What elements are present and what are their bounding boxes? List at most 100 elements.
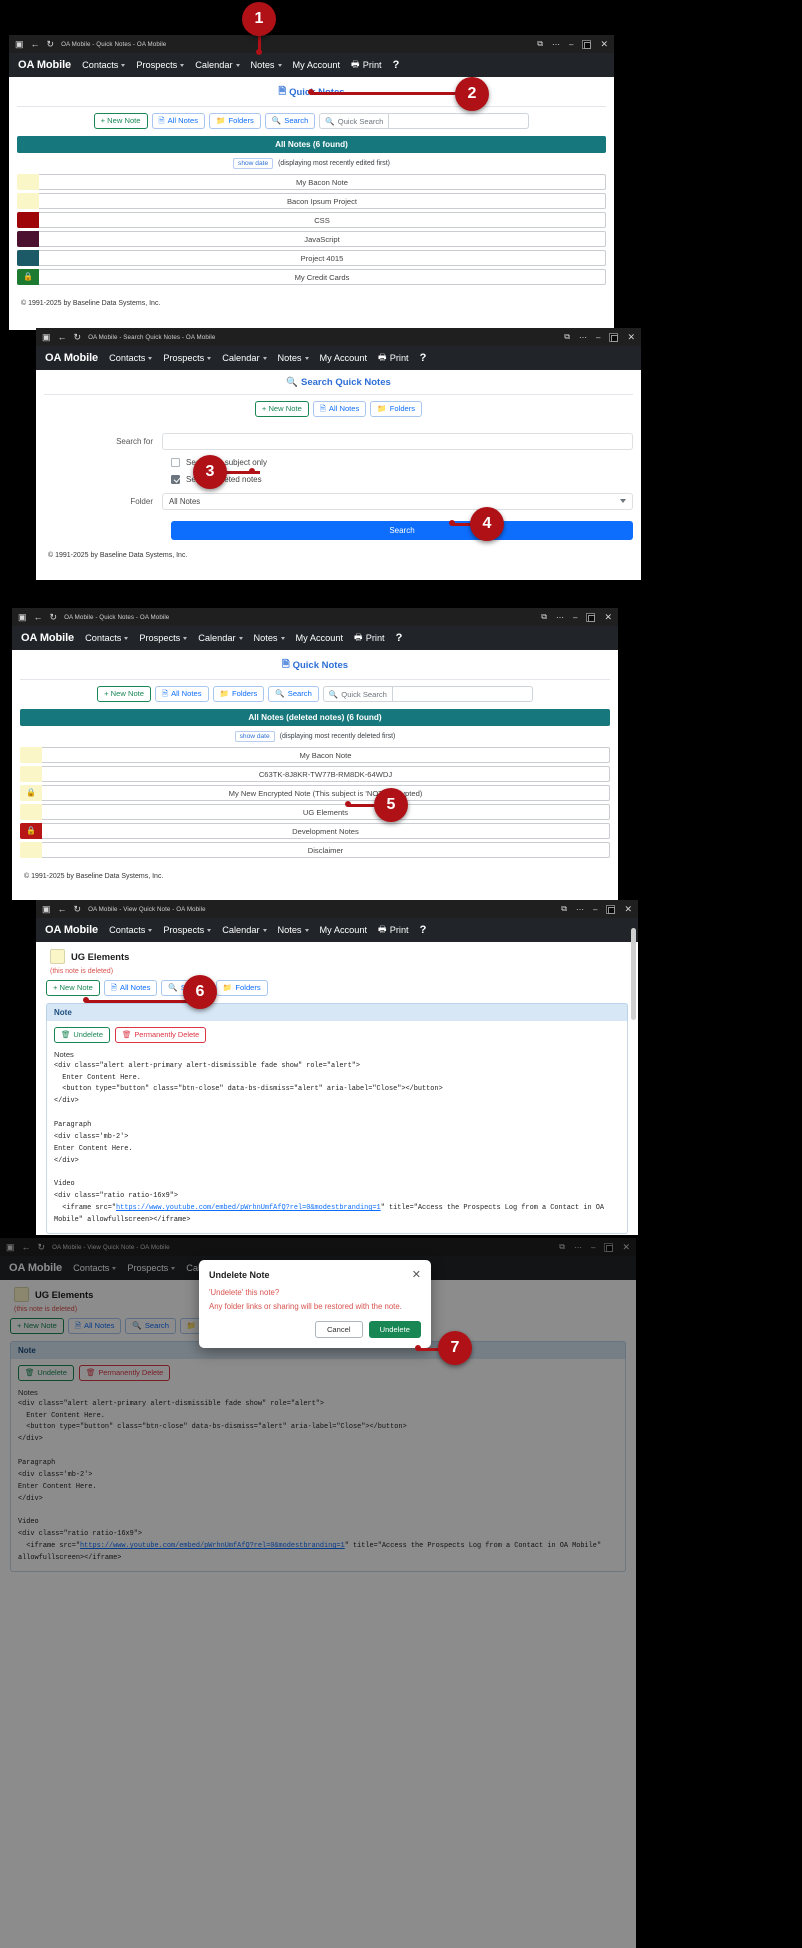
list-item[interactable]: Bacon Ipsum Project [17, 193, 606, 209]
maximize-icon[interactable] [609, 332, 619, 342]
screenshot-icon[interactable]: ⧉ [561, 904, 567, 914]
nav-my-account[interactable]: My Account [293, 60, 341, 70]
list-item[interactable]: UG Elements [20, 804, 610, 820]
nav-contacts[interactable]: Contacts [109, 353, 153, 363]
reload-icon[interactable]: ↻ [50, 612, 58, 622]
nav-calendar[interactable]: Calendar [222, 925, 267, 935]
confirm-undelete-button[interactable]: Undelete [368, 1321, 421, 1338]
nav-calendar[interactable]: Calendar [198, 633, 243, 643]
nav-notes[interactable]: Notes [251, 60, 282, 70]
maximize-icon[interactable] [582, 39, 592, 49]
nav-calendar[interactable]: Calendar [222, 353, 267, 363]
search-button[interactable]: 🔍Search [268, 686, 319, 702]
quick-search-input[interactable] [392, 686, 533, 702]
quick-search-label[interactable]: 🔍 Quick Search [322, 686, 393, 702]
back-arrow-icon[interactable]: ← [58, 904, 67, 914]
more-icon[interactable]: ⋯ [576, 905, 584, 914]
list-item[interactable]: Project 4015 [17, 250, 606, 266]
nav-help[interactable]: ? [396, 632, 403, 644]
more-icon[interactable]: ⋯ [579, 333, 587, 342]
search-for-input[interactable] [162, 432, 633, 450]
close-icon[interactable]: ✕ [624, 904, 632, 915]
reload-icon[interactable]: ↻ [47, 39, 55, 49]
youtube-embed-link[interactable]: https://www.youtube.com/embed/pWrhnUmfAf… [116, 1204, 381, 1212]
maximize-icon[interactable] [586, 612, 596, 622]
new-note-button[interactable]: + New Note [254, 401, 309, 417]
all-notes-button[interactable]: 🗎 All Notes [155, 686, 209, 702]
minimize-icon[interactable]: – [596, 333, 600, 342]
close-icon[interactable]: ✕ [600, 39, 608, 50]
nav-my-account[interactable]: My Account [320, 353, 368, 363]
all-notes-button[interactable]: 🗎 All Notes [103, 980, 158, 996]
nav-help[interactable]: ? [420, 352, 427, 364]
nav-help[interactable]: ? [393, 59, 400, 71]
nav-print[interactable]: 🖶Print [378, 350, 409, 366]
minimize-icon[interactable]: – [573, 613, 577, 622]
back-arrow-icon[interactable]: ← [31, 39, 40, 49]
scrollbar-thumb[interactable] [631, 928, 636, 1020]
nav-print[interactable]: 🖶Print [378, 922, 409, 938]
screenshot-icon[interactable]: ⧉ [541, 612, 547, 622]
nav-contacts[interactable]: Contacts [82, 60, 126, 70]
list-item[interactable]: 🔒 My Credit Cards [17, 269, 606, 285]
list-item[interactable]: C63TK-8J8KR-TW77B-RM8DK-64WDJ [20, 766, 610, 782]
quick-search-label[interactable]: 🔍 Quick Search [319, 113, 390, 129]
folder-select[interactable]: All Notes [162, 492, 633, 510]
nav-prospects[interactable]: Prospects [163, 925, 212, 935]
folders-button[interactable]: 📁Folders [215, 980, 268, 996]
list-item[interactable]: JavaScript [17, 231, 606, 247]
close-icon[interactable]: ✕ [604, 612, 612, 623]
new-note-button[interactable]: + New Note [46, 980, 100, 996]
search-button[interactable]: 🔍Search [264, 113, 316, 129]
close-icon[interactable]: ✕ [412, 1268, 421, 1281]
maximize-icon[interactable] [606, 904, 616, 914]
nav-prospects[interactable]: Prospects [139, 633, 188, 643]
list-item[interactable]: My Bacon Note [17, 174, 606, 190]
nav-help[interactable]: ? [420, 924, 427, 936]
screenshot-icon[interactable]: ⧉ [537, 39, 543, 49]
minimize-icon[interactable]: – [593, 905, 597, 914]
folders-button[interactable]: 📁Folders [212, 686, 265, 702]
nav-notes[interactable]: Notes [278, 353, 309, 363]
nav-contacts[interactable]: Contacts [85, 633, 129, 643]
nav-my-account[interactable]: My Account [320, 925, 368, 935]
folders-button[interactable]: 📁Folders [370, 401, 423, 417]
show-date-button[interactable]: show date [234, 731, 275, 742]
nav-contacts[interactable]: Contacts [109, 925, 153, 935]
more-icon[interactable]: ⋯ [552, 40, 560, 49]
new-note-button[interactable]: + New Note [97, 686, 151, 702]
nav-notes[interactable]: Notes [278, 925, 309, 935]
back-arrow-icon[interactable]: ← [34, 612, 43, 622]
reload-icon[interactable]: ↻ [74, 904, 82, 914]
quick-search-input[interactable] [389, 113, 530, 129]
nav-prospects[interactable]: Prospects [163, 353, 212, 363]
back-arrow-icon[interactable]: ← [58, 332, 67, 342]
list-item[interactable]: 🔒 My New Encrypted Note (This subject is … [20, 785, 610, 801]
screenshot-icon[interactable]: ⧉ [564, 332, 570, 342]
list-item[interactable]: My Bacon Note [20, 747, 610, 763]
undelete-button[interactable]: 🗑 Undelete [54, 1026, 110, 1043]
nav-print[interactable]: 🖶Print [354, 630, 385, 646]
nav-prospects[interactable]: Prospects [136, 60, 185, 70]
nav-my-account[interactable]: My Account [296, 633, 344, 643]
search-subject-only-checkbox[interactable] [171, 457, 180, 467]
search-submit-button[interactable]: Search [171, 520, 633, 540]
folders-button[interactable]: 📁Folders [209, 113, 261, 129]
nav-calendar[interactable]: Calendar [195, 60, 240, 70]
new-note-button[interactable]: + New Note [93, 113, 148, 129]
show-date-button[interactable]: show date [233, 158, 274, 169]
nav-notes[interactable]: Notes [254, 633, 285, 643]
more-icon[interactable]: ⋯ [556, 613, 564, 622]
all-notes-button[interactable]: 🗎 All Notes [312, 401, 367, 417]
list-item[interactable]: Disclaimer [20, 842, 610, 858]
list-item[interactable]: CSS [17, 212, 606, 228]
cancel-button[interactable]: Cancel [314, 1321, 363, 1338]
search-deleted-notes-checkbox[interactable] [171, 474, 180, 484]
reload-icon[interactable]: ↻ [74, 332, 82, 342]
close-icon[interactable]: ✕ [627, 332, 635, 343]
all-notes-button[interactable]: 🗎 All Notes [151, 113, 205, 129]
list-item[interactable]: 🔒 Development Notes [20, 823, 610, 839]
nav-print[interactable]: 🖶Print [351, 57, 382, 73]
minimize-icon[interactable]: – [569, 40, 573, 49]
permanently-delete-button[interactable]: 🗑 Permanently Delete [114, 1026, 207, 1043]
